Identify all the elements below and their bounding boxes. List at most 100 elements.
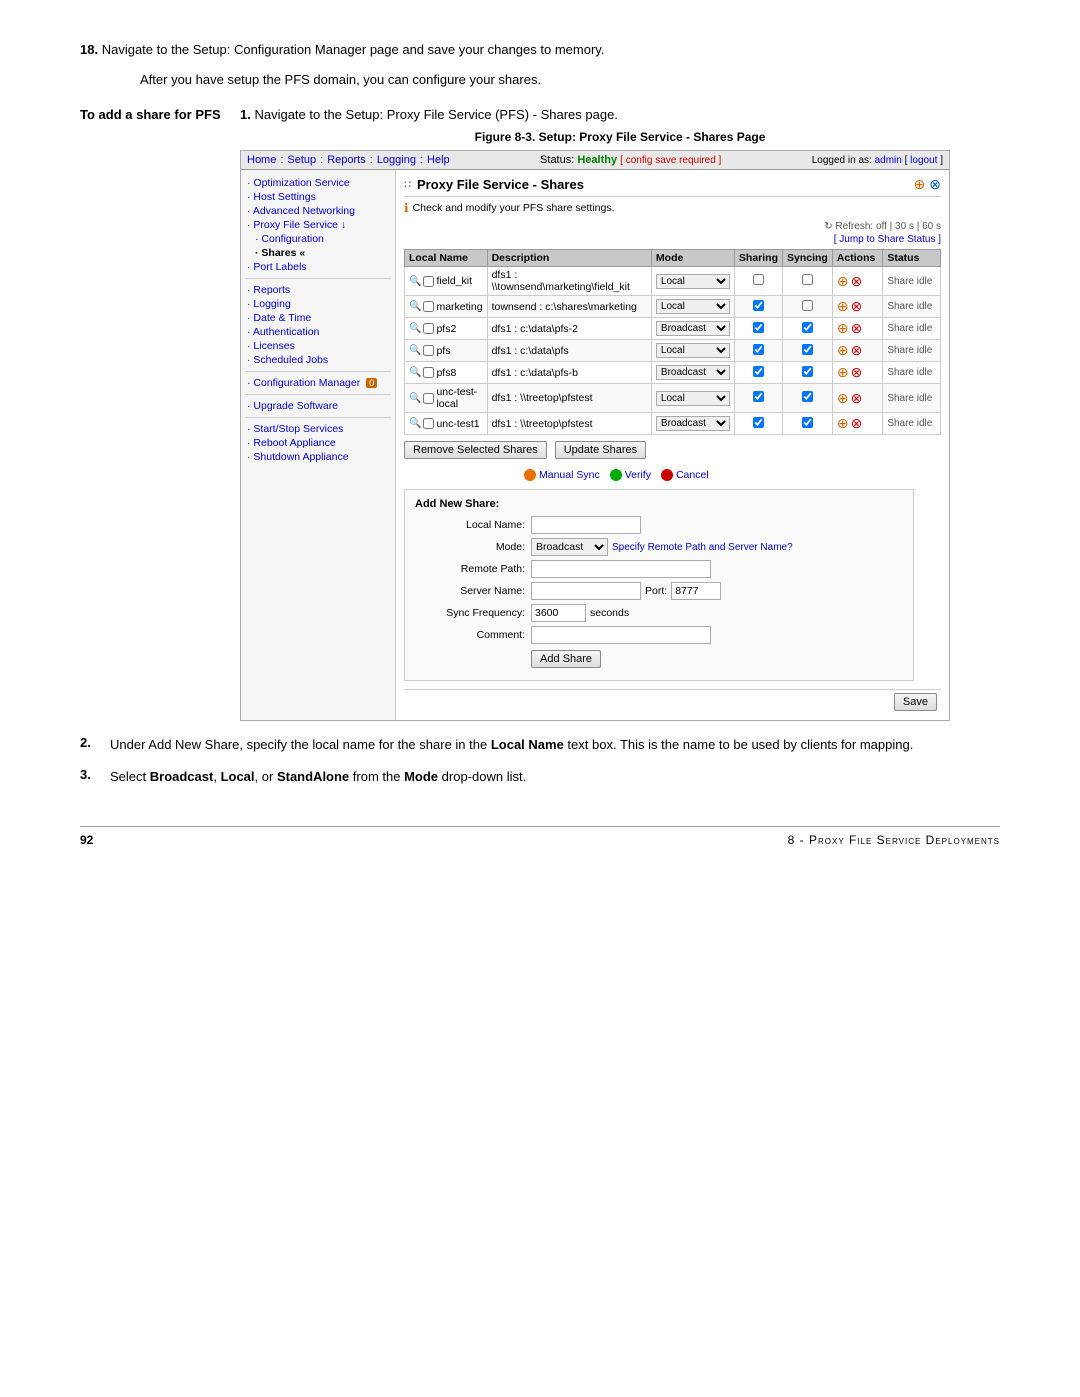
row-checkbox-unc-test1[interactable]: [423, 418, 434, 429]
sidebar-item-licenses[interactable]: · Licenses: [245, 339, 391, 353]
specify-text[interactable]: Specify Remote Path and Server Name?: [612, 542, 793, 553]
row-sharing-unc-test1[interactable]: [753, 417, 764, 428]
manual-sync-label[interactable]: Manual Sync: [539, 469, 600, 481]
mode-select[interactable]: Broadcast Local StandAlone: [531, 538, 608, 556]
delete-icon-marketing[interactable]: ⊗: [851, 298, 863, 315]
delete-icon-unc-test-local[interactable]: ⊗: [851, 390, 863, 407]
row-checkbox-pfs[interactable]: [423, 345, 434, 356]
search-icon[interactable]: 🔍: [409, 345, 421, 356]
config-note: [ config save required ]: [620, 155, 721, 166]
row-sharing-marketing[interactable]: [753, 300, 764, 311]
row-syncing-pfs8[interactable]: [802, 366, 813, 377]
row-syncing-unc-test-local[interactable]: [802, 391, 813, 402]
search-icon[interactable]: 🔍: [409, 393, 421, 404]
local-name-input[interactable]: [531, 516, 641, 534]
jump-link[interactable]: [ Jump to Share Status ]: [834, 234, 941, 245]
info-icon2[interactable]: ⊗: [929, 176, 941, 193]
delete-icon-field-kit[interactable]: ⊗: [851, 273, 863, 290]
row-mode-pfs2[interactable]: Broadcast Local StandAlone: [656, 321, 730, 336]
delete-icon-pfs8[interactable]: ⊗: [851, 364, 863, 381]
port-input[interactable]: [671, 582, 721, 600]
cancel-label[interactable]: Cancel: [676, 469, 709, 481]
row-syncing-pfs2[interactable]: [802, 322, 813, 333]
sidebar-item-auth[interactable]: · Authentication: [245, 325, 391, 339]
refresh-text[interactable]: Refresh: off | 30 s | 60 s: [835, 221, 941, 232]
row-checkbox-pfs2[interactable]: [423, 323, 434, 334]
edit-icon-pfs8[interactable]: ⊕: [837, 364, 849, 381]
nav-home[interactable]: Home: [247, 154, 276, 166]
row-sharing-pfs[interactable]: [753, 344, 764, 355]
sidebar-item-port-labels[interactable]: · Port Labels: [245, 260, 391, 274]
row-checkbox-marketing[interactable]: [423, 301, 434, 312]
sidebar-item-scheduled[interactable]: · Scheduled Jobs: [245, 353, 391, 367]
delete-icon-pfs2[interactable]: ⊗: [851, 320, 863, 337]
update-shares-button[interactable]: Update Shares: [555, 441, 646, 459]
row-status-pfs2: Share idle: [883, 318, 941, 340]
search-icon[interactable]: 🔍: [409, 301, 421, 312]
row-syncing-marketing[interactable]: [802, 300, 813, 311]
nav-logging[interactable]: Logging: [377, 154, 416, 166]
sidebar-item-advanced[interactable]: · Advanced Networking: [245, 204, 391, 218]
search-icon[interactable]: 🔍: [409, 367, 421, 378]
comment-input[interactable]: [531, 626, 711, 644]
edit-icon-pfs2[interactable]: ⊕: [837, 320, 849, 337]
delete-icon-unc-test1[interactable]: ⊗: [851, 415, 863, 432]
sync-freq-input[interactable]: [531, 604, 586, 622]
save-button[interactable]: Save: [894, 693, 937, 711]
remote-path-input[interactable]: [531, 560, 711, 578]
sidebar-item-date[interactable]: · Date & Time: [245, 311, 391, 325]
nav-help[interactable]: Help: [427, 154, 450, 166]
nav-setup[interactable]: Setup: [287, 154, 316, 166]
row-checkbox-unc-test-local[interactable]: [423, 393, 434, 404]
row-checkbox-field-kit[interactable]: [423, 276, 434, 287]
search-icon[interactable]: 🔍: [409, 323, 421, 334]
delete-icon-pfs[interactable]: ⊗: [851, 342, 863, 359]
row-syncing-field-kit[interactable]: [802, 274, 813, 285]
step-1-number: 1.: [240, 107, 251, 122]
edit-icon-unc-test1[interactable]: ⊕: [837, 415, 849, 432]
edit-icon-pfs[interactable]: ⊕: [837, 342, 849, 359]
sidebar-item-reports[interactable]: · Reports: [245, 283, 391, 297]
row-syncing-pfs[interactable]: [802, 344, 813, 355]
sidebar-item-upgrade[interactable]: · Upgrade Software: [245, 399, 391, 413]
row-mode-pfs[interactable]: Local Broadcast StandAlone: [656, 343, 730, 358]
sidebar-item-shares[interactable]: · Shares «: [253, 246, 391, 260]
edit-icon-field-kit[interactable]: ⊕: [837, 273, 849, 290]
edit-icon-marketing[interactable]: ⊕: [837, 298, 849, 315]
verify-icon: [610, 469, 622, 481]
sidebar-item-config-manager[interactable]: · Configuration Manager 0: [245, 376, 391, 390]
row-mode-marketing[interactable]: Local Broadcast StandAlone: [656, 299, 730, 314]
sidebar-item-host[interactable]: · Host Settings: [245, 190, 391, 204]
sidebar-item-optimization[interactable]: · Optimization Service: [245, 176, 391, 190]
remove-selected-button[interactable]: Remove Selected Shares: [404, 441, 547, 459]
sidebar-item-configuration[interactable]: · Configuration: [253, 232, 391, 246]
step-2-number: 2.: [80, 735, 110, 750]
nav-reports[interactable]: Reports: [327, 154, 366, 166]
table-row: 🔍 pfs2 dfs1 : c:\data\pfs-2 Broadcast Lo…: [405, 318, 941, 340]
sidebar-item-logging[interactable]: · Logging: [245, 297, 391, 311]
row-mode-field-kit[interactable]: Local Broadcast StandAlone: [656, 274, 730, 289]
row-sharing-unc-test-local[interactable]: [753, 391, 764, 402]
row-sharing-field-kit[interactable]: [753, 274, 764, 285]
row-sharing-pfs8[interactable]: [753, 366, 764, 377]
row-mode-unc-test1[interactable]: Broadcast Local StandAlone: [656, 416, 730, 431]
search-icon[interactable]: 🔍: [409, 276, 421, 287]
sidebar-item-shutdown[interactable]: · Shutdown Appliance: [245, 450, 391, 464]
step-1-text: Navigate to the Setup: Proxy File Servic…: [254, 107, 617, 122]
server-name-input[interactable]: [531, 582, 641, 600]
row-sharing-pfs2[interactable]: [753, 322, 764, 333]
logout-link[interactable]: logout: [910, 155, 937, 166]
sidebar-item-reboot[interactable]: · Reboot Appliance: [245, 436, 391, 450]
search-icon[interactable]: 🔍: [409, 418, 421, 429]
sidebar-item-start-stop[interactable]: · Start/Stop Services: [245, 422, 391, 436]
row-mode-unc-test-local[interactable]: Local Broadcast StandAlone: [656, 391, 730, 406]
row-mode-pfs8[interactable]: Broadcast Local StandAlone: [656, 365, 730, 380]
help-icon[interactable]: ⊕: [914, 176, 926, 193]
admin-link[interactable]: admin: [875, 155, 902, 166]
row-checkbox-pfs8[interactable]: [423, 367, 434, 378]
edit-icon-unc-test-local[interactable]: ⊕: [837, 390, 849, 407]
sidebar-item-proxy[interactable]: · Proxy File Service ↓: [245, 218, 391, 232]
add-share-button[interactable]: Add Share: [531, 650, 601, 668]
row-syncing-unc-test1[interactable]: [802, 417, 813, 428]
verify-label[interactable]: Verify: [625, 469, 651, 481]
